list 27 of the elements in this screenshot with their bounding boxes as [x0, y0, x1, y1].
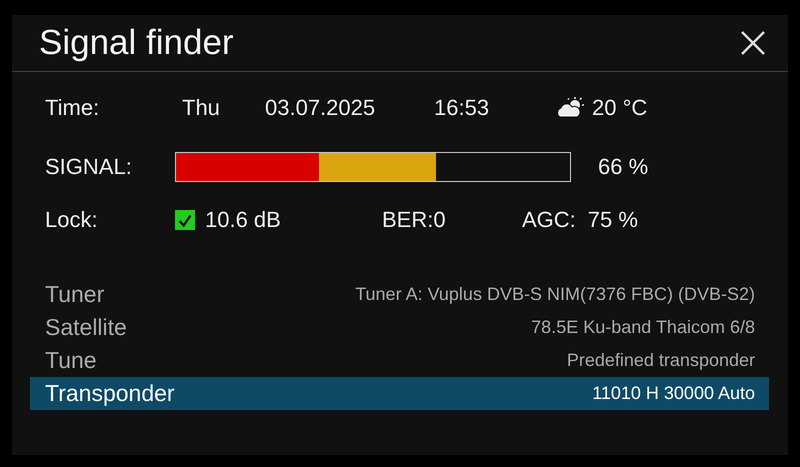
window-title: Signal finder [39, 23, 234, 63]
lock-label: Lock: [45, 207, 99, 233]
close-icon[interactable] [740, 30, 766, 56]
signal-reading: 66 % [598, 154, 648, 180]
setting-label: Transponder [45, 380, 175, 407]
day-text: Thu [182, 95, 221, 121]
agc-text: 75 % [588, 207, 638, 233]
setting-value: Predefined transponder [566, 350, 755, 371]
ber-text: BER:0 [382, 207, 447, 233]
setting-label: Tuner [45, 281, 104, 308]
setting-label: Tune [45, 347, 97, 374]
setting-value: 78.5E Ku-band Thaicom 6/8 [531, 317, 755, 338]
settings-row[interactable]: Transponder 11010 H 30000 Auto [30, 377, 769, 410]
signal-label: SIGNAL: [45, 154, 133, 180]
agc-label: AGC: [522, 207, 576, 233]
snr-text: 10.6 dB [205, 207, 282, 233]
setting-label: Satellite [45, 314, 127, 341]
settings-row[interactable]: Satellite 78.5E Ku-band Thaicom 6/8 [30, 311, 769, 344]
settings-row[interactable]: Tuner Tuner A: Vuplus DVB-S NIM(7376 FBC) (DVB-S2) [30, 278, 769, 311]
setting-value: Tuner A: Vuplus DVB-S NIM(7376 FBC) (DVB-S2) [355, 284, 755, 305]
date-text: 03.07.2025 [265, 95, 376, 121]
time-label: Time: [45, 95, 100, 121]
setting-value: 11010 H 30000 Auto [592, 383, 755, 404]
clock-text: 16:53 [434, 95, 490, 121]
temperature-text: 20 °C [592, 95, 648, 121]
settings-row[interactable]: Tune Predefined transponder [30, 344, 769, 377]
partly-cloudy-icon [555, 97, 585, 119]
